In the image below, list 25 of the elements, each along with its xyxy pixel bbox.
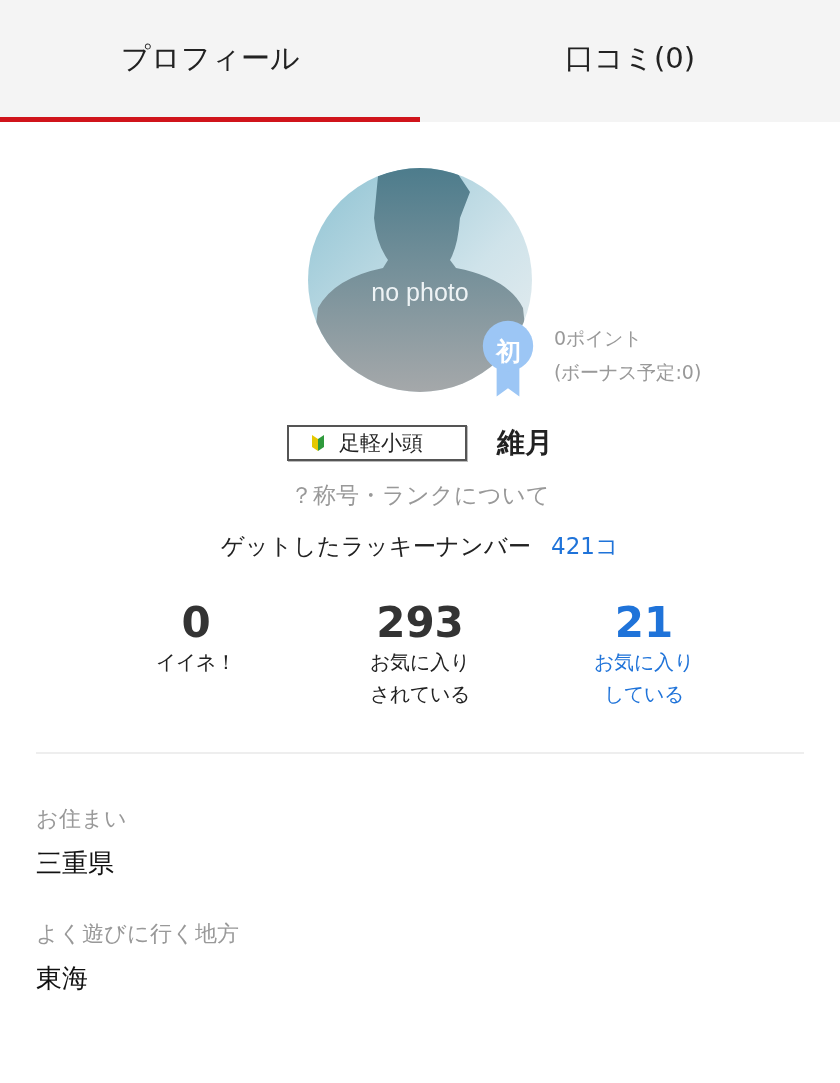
- ribbon-icon: [482, 320, 534, 398]
- field-label: よく遊びに行く地方: [36, 920, 240, 949]
- stat-label: お気に入り: [370, 649, 470, 677]
- rank-name: 足軽小頭: [339, 430, 423, 457]
- points-text: 0ポイント: [554, 326, 644, 351]
- stat-value[interactable]: 21: [614, 600, 674, 647]
- stat-value: 0: [181, 600, 211, 647]
- stat-value: 293: [376, 600, 464, 647]
- stat-label: イイネ！: [156, 649, 236, 677]
- field-label: お住まい: [36, 805, 128, 834]
- avatar-caption: no photo: [370, 278, 470, 307]
- beginner-mark-icon: [311, 434, 325, 452]
- user-name: 維月: [497, 425, 553, 461]
- badge-label: 初: [494, 336, 522, 368]
- stat-label: されている: [370, 681, 470, 709]
- field-value: 三重県: [36, 847, 115, 881]
- tab[interactable]: 口コミ(0): [420, 0, 840, 122]
- bonus-text: (ボーナス予定:0): [554, 360, 702, 385]
- tab[interactable]: プロフィール: [0, 0, 420, 122]
- lucky-number-count[interactable]: 421コ: [551, 531, 619, 562]
- stat-label[interactable]: している: [604, 678, 684, 711]
- lucky-number-label: ゲットしたラッキーナンバー: [221, 532, 532, 561]
- stat-label[interactable]: お気に入り: [594, 646, 694, 679]
- field-value: 東海: [36, 962, 89, 996]
- rank-info-link[interactable]: ？称号・ランクについて: [290, 480, 550, 511]
